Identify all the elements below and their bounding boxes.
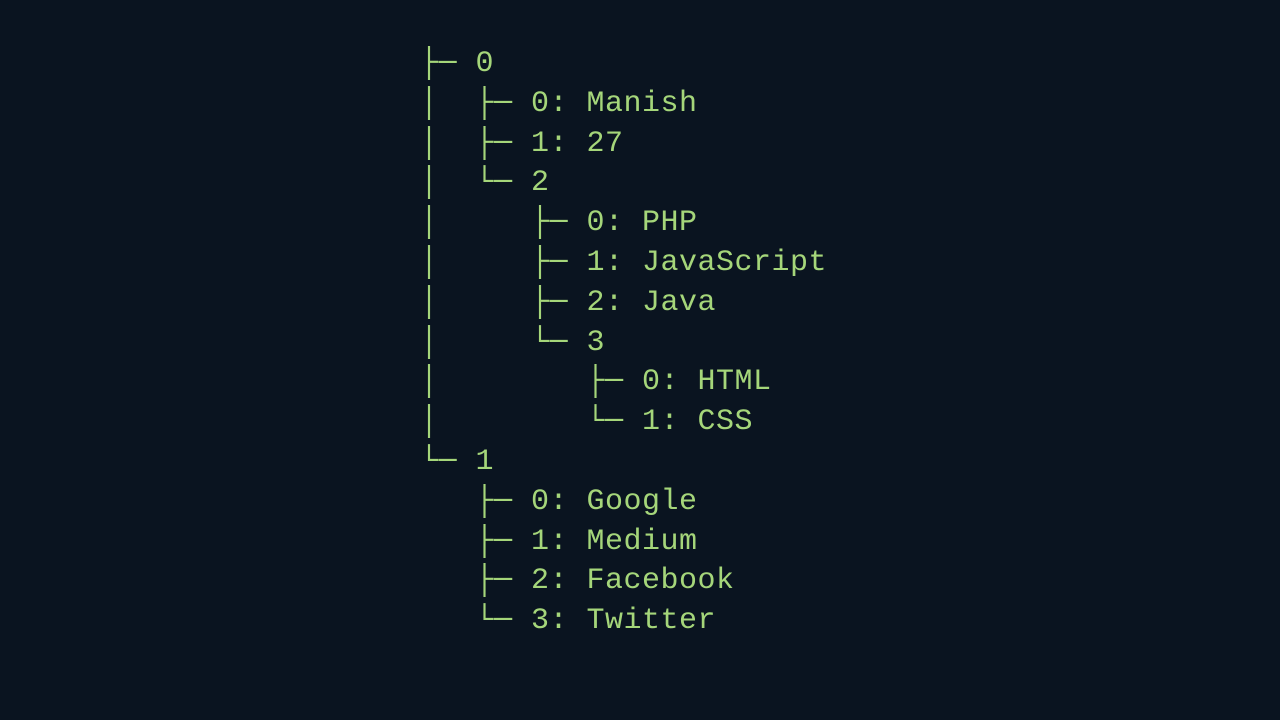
tree-line: │ ├─ 1: JavaScript — [420, 246, 827, 280]
tree-line: │ ├─ 2: Java — [420, 286, 716, 320]
tree-line: ├─ 2: Facebook — [420, 564, 735, 598]
tree-line: ├─ 1: Medium — [420, 525, 698, 559]
tree-line: └─ 3: Twitter — [420, 604, 716, 638]
tree-line: ├─ 0 — [420, 47, 494, 81]
tree-line: │ └─ 3 — [420, 326, 605, 360]
tree-line: │ └─ 2 — [420, 166, 550, 200]
tree-line: │ └─ 1: CSS — [420, 405, 753, 439]
tree-line: │ ├─ 0: PHP — [420, 206, 698, 240]
tree-line: ├─ 0: Google — [420, 485, 698, 519]
tree-line: │ ├─ 1: 27 — [420, 127, 624, 161]
tree-line: └─ 1 — [420, 445, 494, 479]
tree-output: ├─ 0 │ ├─ 0: Manish │ ├─ 1: 27 │ └─ 2 │ … — [420, 45, 827, 642]
tree-line: │ ├─ 0: Manish — [420, 87, 698, 121]
tree-line: │ ├─ 0: HTML — [420, 365, 772, 399]
